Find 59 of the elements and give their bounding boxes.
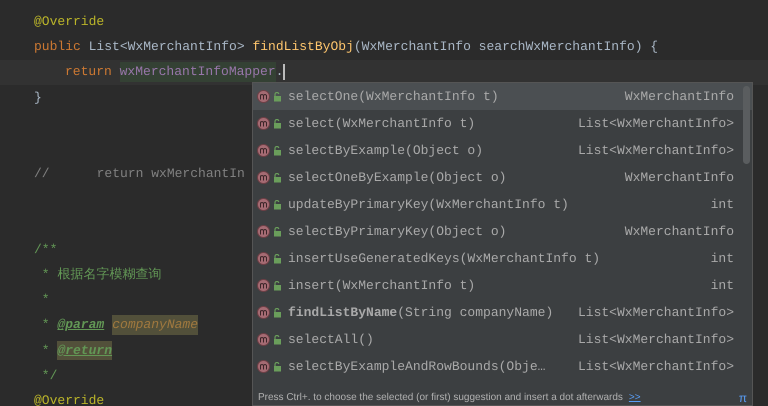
comment: // bbox=[34, 164, 50, 183]
text-caret bbox=[283, 64, 286, 80]
lock-icon bbox=[273, 254, 282, 264]
lock-icon bbox=[273, 280, 282, 290]
lock-icon bbox=[273, 200, 282, 210]
hint-link[interactable]: >> bbox=[628, 390, 641, 405]
hint-text: Press Ctrl+. to choose the selected (or first) suggestion and insert a dot afterwards bbox=[258, 391, 623, 405]
completion-item[interactable]: updateByPrimaryKey(WxMerchantInfo t) int bbox=[253, 191, 752, 218]
completion-item[interactable]: insert(WxMerchantInfo t) int bbox=[253, 272, 752, 299]
annotation: @Override bbox=[34, 392, 104, 406]
field-name: wxMerchantInfoMapper bbox=[120, 62, 276, 82]
annotation: @Override bbox=[34, 12, 104, 31]
keyword: return bbox=[65, 63, 113, 82]
doc-tag: @param bbox=[57, 315, 104, 335]
completion-item[interactable]: selectByExample(Object o) List<WxMerchantInfo> bbox=[253, 137, 752, 164]
method-icon bbox=[257, 360, 270, 373]
scrollbar-icon bbox=[743, 86, 750, 164]
lock-icon bbox=[273, 172, 282, 182]
completion-item[interactable]: selectByExampleAndRowBounds(Obje… List<WxMerchantInfo> bbox=[253, 353, 752, 380]
corner-symbol[interactable]: π bbox=[738, 388, 747, 406]
method-icon bbox=[257, 225, 270, 238]
code-text: } bbox=[34, 88, 42, 107]
completion-item[interactable]: insertUseGeneratedKeys(WxMerchantInfo t) int bbox=[253, 245, 752, 272]
method-icon bbox=[257, 117, 270, 130]
completion-item[interactable]: select(WxMerchantInfo t) List<WxMerchantInfo> bbox=[253, 110, 752, 137]
completion-item[interactable]: findListByName(String companyName) List<WxMerchantInfo> bbox=[253, 299, 752, 326]
keyword: public bbox=[34, 38, 82, 56]
completion-item[interactable]: selectByPrimaryKey(Object o) WxMerchantInfo bbox=[253, 218, 752, 245]
code-text: List<WxMerchantInfo> bbox=[88, 38, 246, 56]
method-icon bbox=[257, 333, 270, 346]
code-text: . bbox=[276, 63, 284, 82]
doc-comment: * 根据名字模糊查询 bbox=[40, 266, 162, 284]
doc-comment: * bbox=[40, 291, 50, 310]
method-name: findListByObj bbox=[252, 38, 354, 56]
param-name: companyName bbox=[112, 315, 198, 335]
method-icon bbox=[257, 144, 270, 157]
completion-item[interactable]: selectAll() List<WxMerchantInfo> bbox=[253, 326, 752, 353]
lock-icon bbox=[273, 92, 282, 102]
method-icon bbox=[257, 279, 270, 292]
lock-icon bbox=[273, 146, 282, 156]
lock-icon bbox=[273, 118, 282, 128]
method-icon bbox=[257, 90, 270, 103]
lock-icon bbox=[273, 362, 282, 372]
lock-icon bbox=[273, 334, 282, 344]
doc-comment: * bbox=[40, 342, 51, 360]
method-icon bbox=[257, 171, 270, 184]
doc-tag: @return bbox=[57, 340, 112, 360]
method-icon bbox=[257, 306, 270, 319]
completion-item[interactable]: selectOneByExample(Object o) WxMerchantInfo bbox=[253, 164, 752, 191]
completion-item[interactable]: selectOne(WxMerchantInfo t) WxMerchantInfo bbox=[253, 83, 752, 110]
doc-comment: /** bbox=[34, 240, 58, 259]
lock-icon bbox=[273, 308, 282, 318]
comment: return wxMerchantIn bbox=[96, 164, 245, 183]
lock-icon bbox=[273, 226, 282, 236]
method-icon bbox=[257, 198, 270, 211]
doc-comment: */ bbox=[40, 367, 58, 386]
doc-comment: * bbox=[40, 316, 51, 334]
method-icon bbox=[257, 252, 270, 265]
code-text: (WxMerchantInfo searchWxMerchantInfo) { bbox=[354, 38, 658, 56]
